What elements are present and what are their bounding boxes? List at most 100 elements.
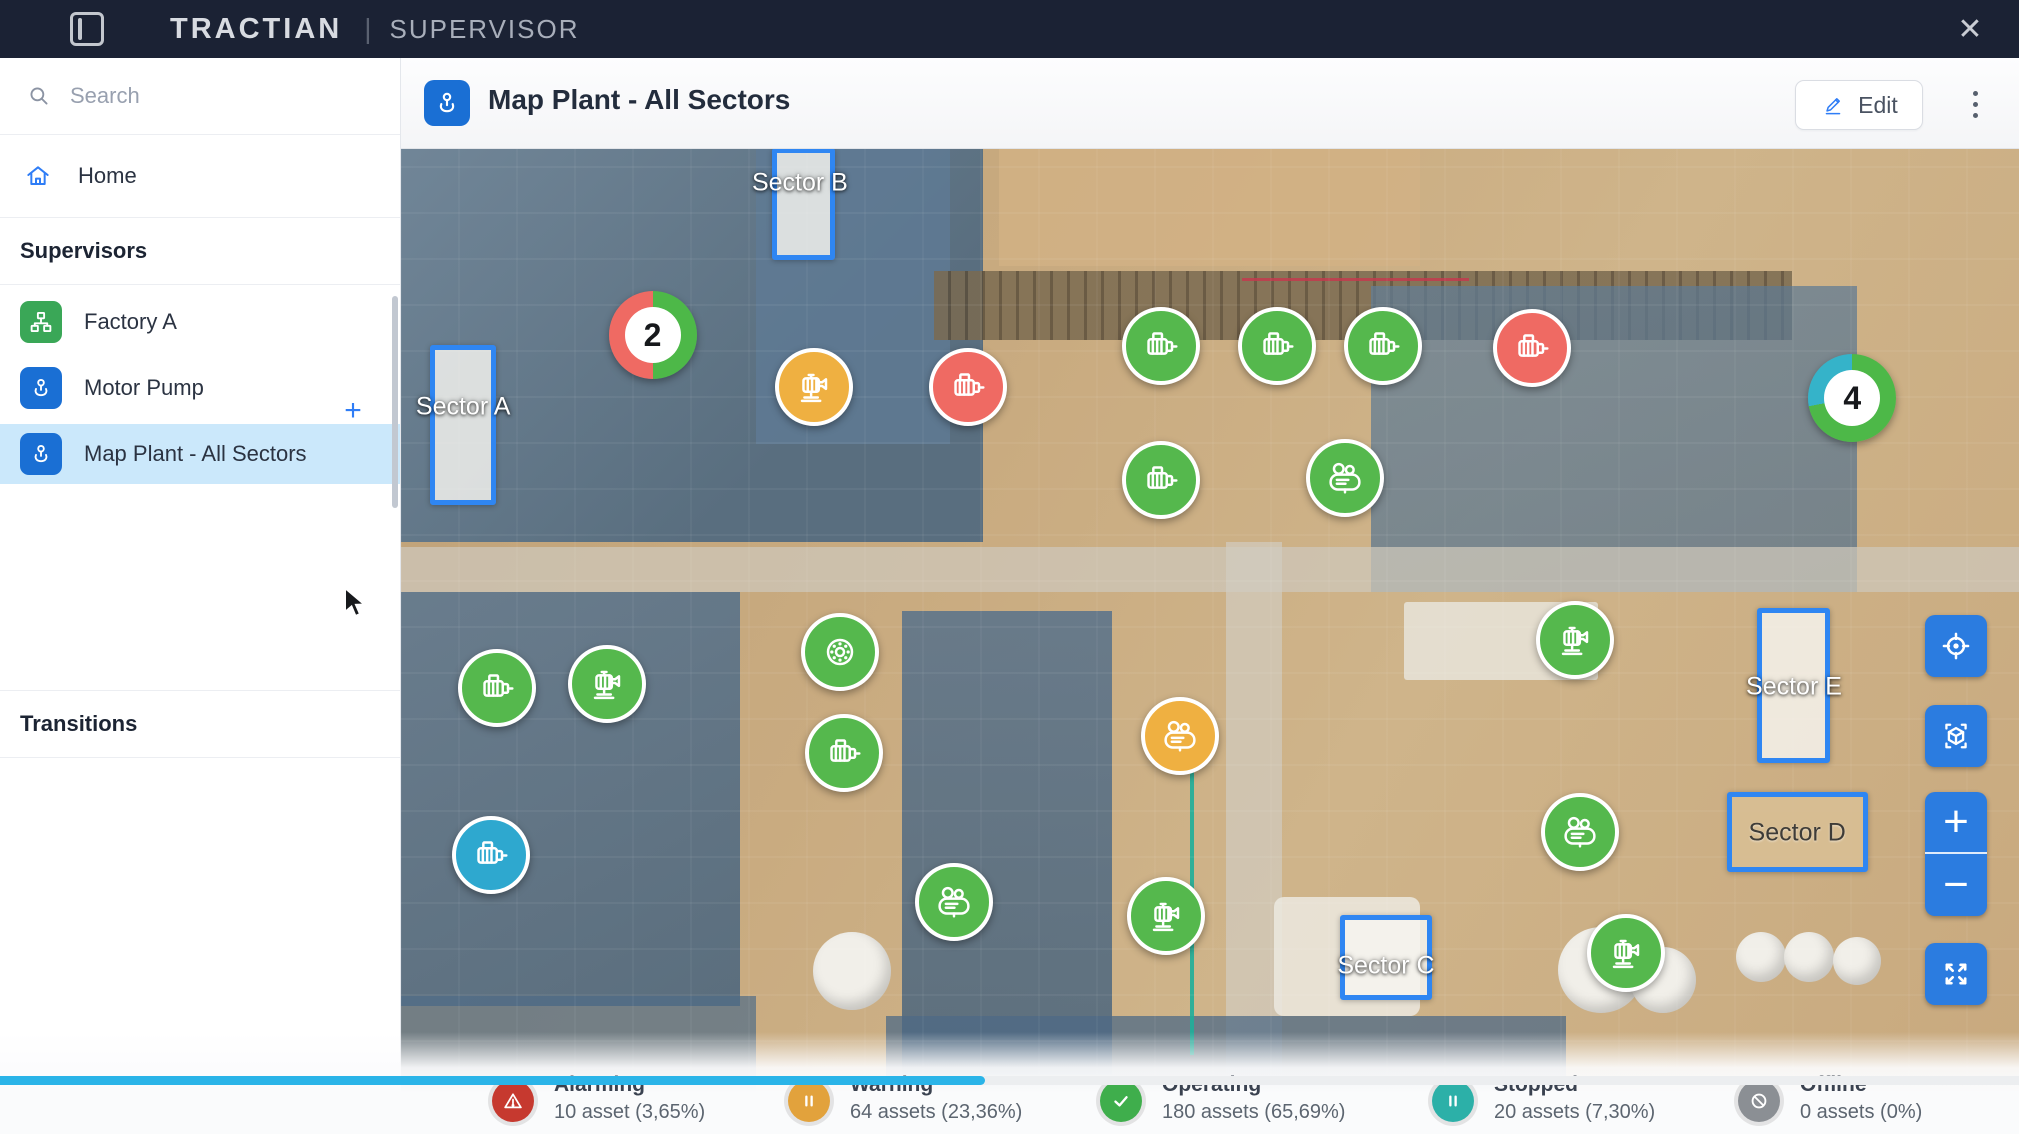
compressor-icon [1157, 713, 1203, 759]
factory-icon [20, 301, 62, 343]
search-bar[interactable] [0, 58, 400, 134]
legend-value: 10 asset (3,65%) [554, 1101, 706, 1123]
sector-rect-sector-b[interactable] [772, 148, 835, 260]
asset-marker-operating[interactable] [1306, 439, 1385, 518]
motor-icon [474, 665, 520, 711]
asset-marker-alarming[interactable] [1492, 309, 1571, 388]
pump-icon [791, 364, 837, 410]
check-icon [1100, 1080, 1142, 1122]
asset-marker-operating[interactable] [1238, 307, 1317, 386]
legend-value: 20 assets (7,30%) [1494, 1101, 1656, 1123]
divider [0, 284, 400, 285]
sidebar-item-map-plant-all-sectors[interactable]: Map Plant - All Sectors [0, 424, 400, 484]
legend-value: 0 assets (0%) [1800, 1101, 1923, 1123]
pause-icon [1432, 1080, 1474, 1122]
fullscreen-button[interactable] [1925, 943, 1987, 1005]
motor-icon [1138, 457, 1184, 503]
pin-icon [20, 367, 62, 409]
asset-marker-operating[interactable] [568, 645, 647, 724]
sector-label: Sector A [415, 392, 511, 421]
motor-icon [945, 364, 991, 410]
pump-icon [1143, 893, 1189, 939]
asset-marker-operating[interactable] [804, 714, 883, 793]
sidebar-item-factory-a[interactable]: Factory A [0, 292, 400, 352]
sector-label: Sector D [1748, 818, 1846, 847]
sector-label: Sector C [1337, 951, 1435, 980]
asset-marker-operating[interactable] [1121, 307, 1200, 386]
asset-marker-warning[interactable] [1141, 696, 1220, 775]
asset-marker-operating[interactable] [1126, 877, 1205, 956]
sidebar-toggle-icon[interactable] [70, 12, 104, 46]
motor-icon [1138, 323, 1184, 369]
sector-label: Sector B [751, 168, 848, 197]
map-panel-header: Map Plant - All Sectors Edit [400, 58, 2019, 149]
video-progress-track[interactable] [0, 1076, 2019, 1085]
asset-marker-operating[interactable] [1121, 441, 1200, 520]
sidebar-item-label: Home [78, 163, 137, 188]
cluster-count: 4 [1824, 370, 1881, 427]
cube-3d-icon [1936, 716, 1976, 756]
asset-marker-operating[interactable] [801, 612, 880, 691]
cluster-count: 2 [624, 307, 681, 364]
sidebar-item-label: Map Plant - All Sectors [84, 441, 307, 466]
motor-icon [1509, 325, 1555, 371]
section-title: Transitions [20, 711, 138, 736]
compressor-icon [931, 879, 977, 925]
cluster-marker[interactable]: 4 [1808, 354, 1897, 443]
plant-map[interactable]: Sector A Sector B Sector C Sector D Sector E… [400, 148, 2019, 1134]
asset-marker-operating[interactable] [1586, 913, 1665, 992]
product-name: SUPERVISOR [389, 13, 580, 44]
page-title: Map Plant - All Sectors [488, 84, 791, 115]
cluster-marker[interactable]: 2 [608, 291, 697, 380]
asset-marker-alarming[interactable] [929, 347, 1008, 426]
asset-marker-operating[interactable] [914, 863, 993, 942]
sidebar-item-motor-pump[interactable]: Motor Pump [0, 358, 400, 418]
section-title: Supervisors [20, 238, 148, 263]
edit-button[interactable]: Edit [1795, 80, 1923, 130]
top-bar: TRACTIAN | SUPERVISOR ✕ [0, 0, 2019, 58]
asset-marker-stopped[interactable] [451, 815, 530, 894]
compressor-icon [1322, 455, 1368, 501]
pencil-icon [1820, 92, 1846, 118]
sidebar: Home Supervisors + Factory A Motor Pump Ma… [0, 58, 401, 1134]
zoom-in-button[interactable]: + [1925, 792, 1987, 854]
divider [0, 757, 400, 758]
zoom-out-button[interactable]: − [1925, 854, 1987, 916]
legend-value: 180 assets (65,69%) [1162, 1101, 1346, 1123]
home-icon [22, 160, 54, 192]
search-icon [30, 87, 48, 105]
crosshair-icon [1936, 626, 1976, 666]
edit-button-label: Edit [1858, 91, 1898, 118]
asset-marker-warning[interactable] [775, 347, 854, 426]
legend-value: 64 assets (23,36%) [850, 1101, 1023, 1123]
asset-marker-operating[interactable] [1541, 793, 1620, 872]
motor-icon [821, 730, 867, 776]
sidebar-item-label: Factory A [84, 309, 177, 334]
expand-icon [1936, 954, 1976, 994]
bearing-icon [817, 629, 863, 675]
asset-marker-operating[interactable] [458, 649, 537, 728]
view-3d-button[interactable] [1925, 705, 1987, 767]
sidebar-scrollbar[interactable] [392, 296, 398, 508]
asset-marker-operating[interactable] [1343, 307, 1422, 386]
zoom-control: + − [1925, 792, 1987, 916]
map-pin-icon [424, 80, 470, 126]
sector-rect-sector-a[interactable] [429, 345, 496, 506]
asset-marker-operating[interactable] [1536, 601, 1615, 679]
pause-icon [788, 1080, 830, 1122]
pump-icon [1603, 930, 1649, 976]
compressor-icon [1557, 809, 1603, 855]
motor-icon [1254, 323, 1300, 369]
slash-icon [1738, 1080, 1780, 1122]
brand-separator: | [364, 13, 372, 44]
sidebar-item-home[interactable]: Home [0, 135, 400, 217]
kebab-menu-icon[interactable] [1961, 86, 1989, 122]
sector-label: Sector E [1746, 672, 1842, 701]
close-icon[interactable]: ✕ [1949, 8, 1991, 50]
video-progress-fill [0, 1076, 986, 1085]
app-window: TRACTIAN | SUPERVISOR ✕ Home Supervisors… [0, 0, 2019, 1134]
sidebar-item-label: Motor Pump [84, 375, 204, 400]
pump-icon [1552, 617, 1598, 663]
locate-button[interactable] [1925, 615, 1987, 677]
search-input[interactable] [68, 82, 372, 110]
